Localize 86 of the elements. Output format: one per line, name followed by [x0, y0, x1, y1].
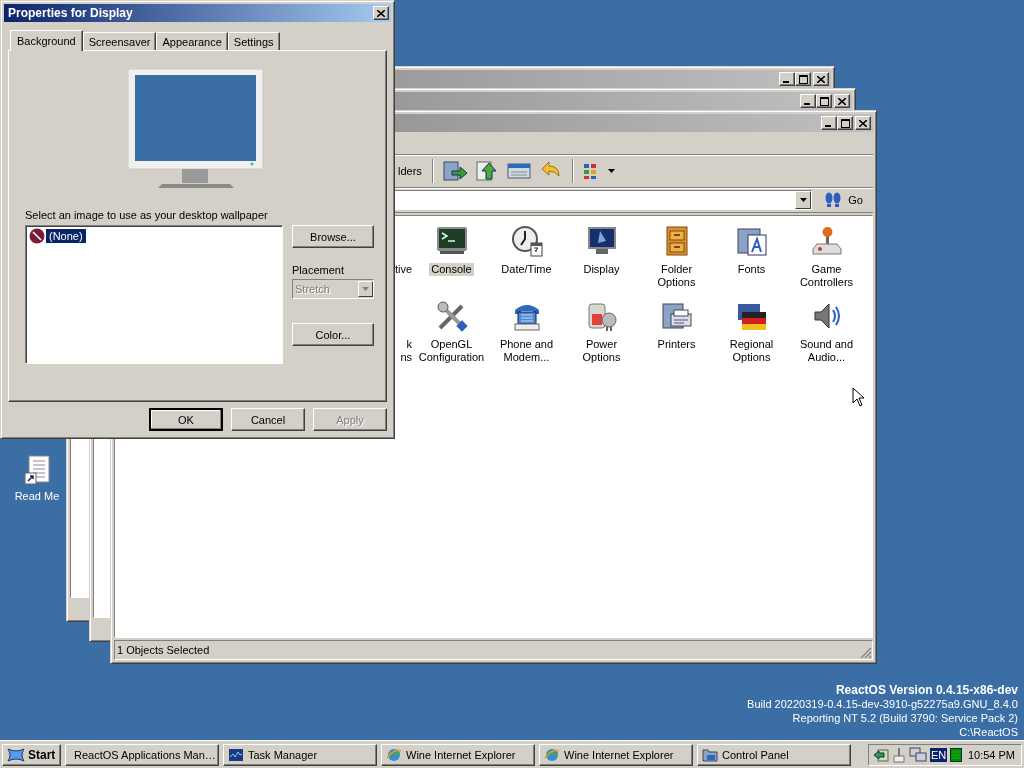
minimize-button[interactable]: [821, 116, 837, 130]
monitor-icon: [585, 225, 618, 257]
copy-to-icon[interactable]: [473, 159, 500, 183]
version-line: C:\ReactOS: [959, 725, 1018, 739]
taskbar-button[interactable]: Task Manager: [223, 743, 377, 766]
dropdown-button[interactable]: [795, 191, 812, 209]
globe-icon: [544, 746, 560, 763]
wallpaper-prompt: Select an image to use as your desktop wallpaper: [25, 209, 269, 221]
applet-label[interactable]: OpenGL Configuration: [414, 338, 489, 364]
maximize-icon: [798, 74, 808, 84]
maximize-icon: [819, 96, 829, 106]
applet-label[interactable]: Game Controllers: [789, 263, 864, 289]
taskbar-button[interactable]: Wine Internet Explorer: [539, 743, 693, 766]
dialog-button[interactable]: Cancel: [231, 408, 305, 431]
pointer-icon: [852, 387, 864, 407]
status-text: 1 Objects Selected: [117, 644, 210, 656]
close-icon: [817, 75, 825, 83]
close-icon: [859, 119, 867, 127]
taskbar-button[interactable]: Wine Internet Explorer: [381, 743, 535, 766]
font-folder-icon: [735, 225, 768, 257]
maximize-button[interactable]: [837, 116, 853, 130]
tools-icon: [435, 300, 468, 332]
applet-label[interactable]: Folder Options: [639, 263, 714, 289]
document-shortcut-icon[interactable]: [21, 455, 53, 487]
minimize-button[interactable]: [779, 72, 795, 86]
graph-window-icon: [228, 746, 244, 763]
folder-icon: [702, 746, 718, 763]
maximize-button[interactable]: [816, 94, 832, 108]
placement-label: Placement: [292, 264, 345, 276]
taskbar-button[interactable]: Control Panel: [697, 743, 851, 766]
list-item[interactable]: (None): [46, 229, 86, 243]
tab[interactable]: Appearance: [156, 32, 228, 50]
move-to-icon[interactable]: [441, 159, 468, 183]
close-button[interactable]: [813, 72, 829, 86]
applet-label[interactable]: Display: [581, 263, 622, 276]
language-indicator[interactable]: EN: [930, 747, 948, 762]
no-entry-icon: [29, 228, 45, 244]
applet-label[interactable]: Phone and Modem...: [489, 338, 564, 364]
tab[interactable]: Screensaver: [82, 32, 157, 50]
applet-label[interactable]: Regional Options: [714, 338, 789, 364]
window-title: Properties for Display: [8, 6, 133, 20]
close-icon: [377, 9, 385, 17]
close-button[interactable]: [834, 94, 850, 108]
applet-label[interactable]: Power Options: [564, 338, 639, 364]
icon-label[interactable]: Read Me: [14, 490, 60, 502]
printer-folder-icon: [660, 300, 693, 332]
caret-icon: [362, 287, 369, 291]
brush-icon[interactable]: [892, 746, 906, 763]
applet-label[interactable]: Sound and Audio...: [789, 338, 864, 364]
folders-button[interactable]: lders: [396, 165, 424, 177]
globe-icon: [386, 746, 402, 763]
applet-label[interactable]: Date/Time: [499, 263, 554, 276]
version-line: Reporting NT 5.2 (Build 3790: Service Pack 2): [792, 711, 1018, 725]
maximize-icon: [840, 118, 850, 128]
plug-icon: [585, 300, 618, 332]
resize-grip-icon[interactable]: [860, 647, 872, 659]
applet-label[interactable]: Console: [429, 263, 474, 276]
close-button[interactable]: [855, 116, 871, 130]
caret-icon[interactable]: [607, 169, 615, 173]
taskbar-button[interactable]: ReactOS Applications Man…: [65, 743, 219, 766]
browse-button[interactable]: Browse...: [292, 225, 374, 248]
close-button[interactable]: [373, 6, 389, 20]
clock-icon: [510, 225, 543, 257]
terminal-icon: [435, 225, 468, 257]
close-icon: [838, 97, 846, 105]
tab[interactable]: Background: [10, 30, 83, 51]
version-title: ReactOS Version 0.4.15-x86-dev: [835, 683, 1018, 697]
start-button[interactable]: Start: [2, 743, 61, 766]
color-button[interactable]: Color...: [292, 323, 374, 346]
minimize-button[interactable]: [800, 94, 816, 108]
joystick-icon: [810, 225, 843, 257]
computers-icon[interactable]: [909, 746, 927, 763]
clock[interactable]: 10:54 PM: [967, 748, 1015, 761]
arrow-tray-icon[interactable]: [873, 746, 889, 763]
footprints-icon: [824, 192, 843, 208]
item-label[interactable]: tive: [394, 263, 412, 276]
start-logo-icon: [6, 746, 26, 763]
meter-icon[interactable]: [950, 747, 963, 762]
caret-icon: [799, 198, 807, 202]
tab[interactable]: Settings: [227, 32, 280, 50]
applet-label[interactable]: Fonts: [735, 263, 768, 276]
maximize-button[interactable]: [795, 72, 811, 86]
dialog-button[interactable]: OK: [149, 408, 223, 431]
version-line: Build 20220319-0.4.15-dev-3910-g52275a9.GNU_8.4.0: [747, 697, 1018, 711]
item-label[interactable]: k ns: [400, 338, 412, 364]
applet-label[interactable]: Printers: [655, 338, 698, 351]
